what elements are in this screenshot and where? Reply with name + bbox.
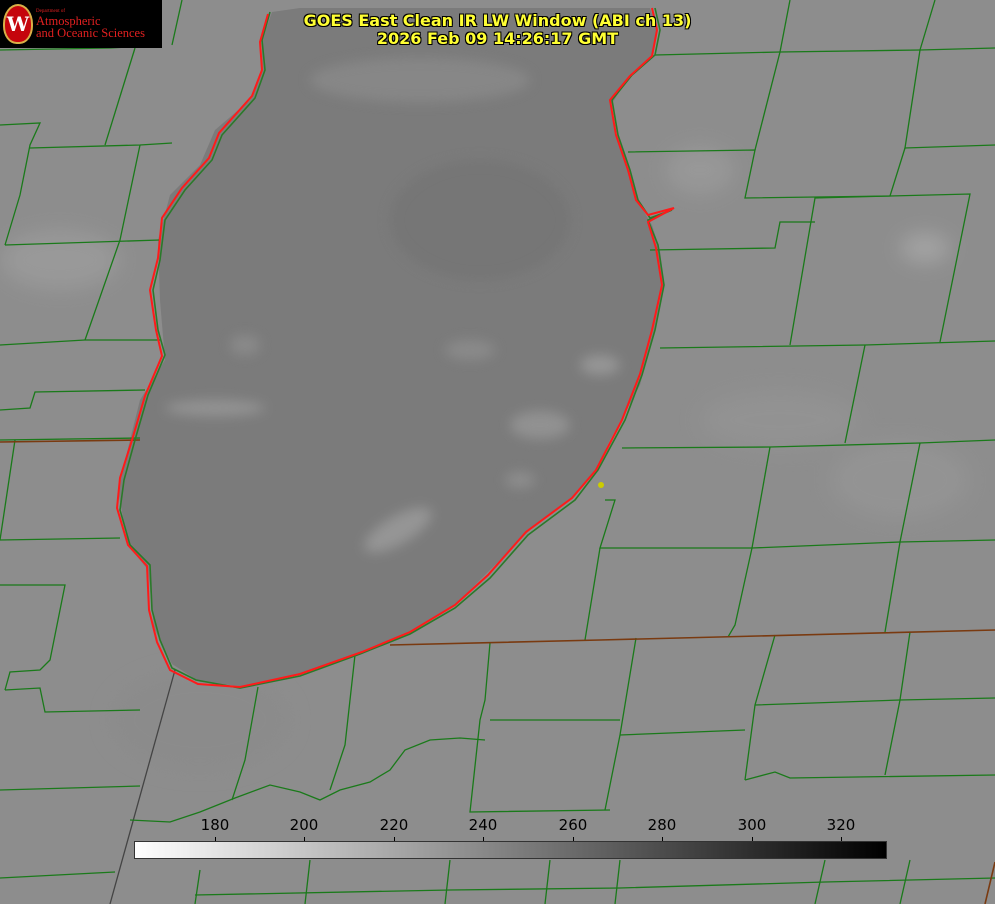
colorbar-tick-label: 240 <box>468 816 498 834</box>
image-title: GOES East Clean IR LW Window (ABI ch 13) <box>303 11 692 30</box>
colorbar-tick-label: 260 <box>558 816 588 834</box>
image-timestamp: 2026 Feb 09 14:26:17 GMT <box>376 29 619 48</box>
colorbar-tick-label: 280 <box>647 816 677 834</box>
colorbar-tick-label: 180 <box>200 816 230 834</box>
colorbar <box>134 841 887 859</box>
colorbar-tick-label: 300 <box>737 816 767 834</box>
satellite-ir-map <box>0 0 995 904</box>
colorbar-tick-label: 320 <box>826 816 856 834</box>
colorbar-tick-label: 200 <box>289 816 319 834</box>
site-marker-dot <box>598 482 604 488</box>
colorbar-tick-label: 220 <box>379 816 409 834</box>
